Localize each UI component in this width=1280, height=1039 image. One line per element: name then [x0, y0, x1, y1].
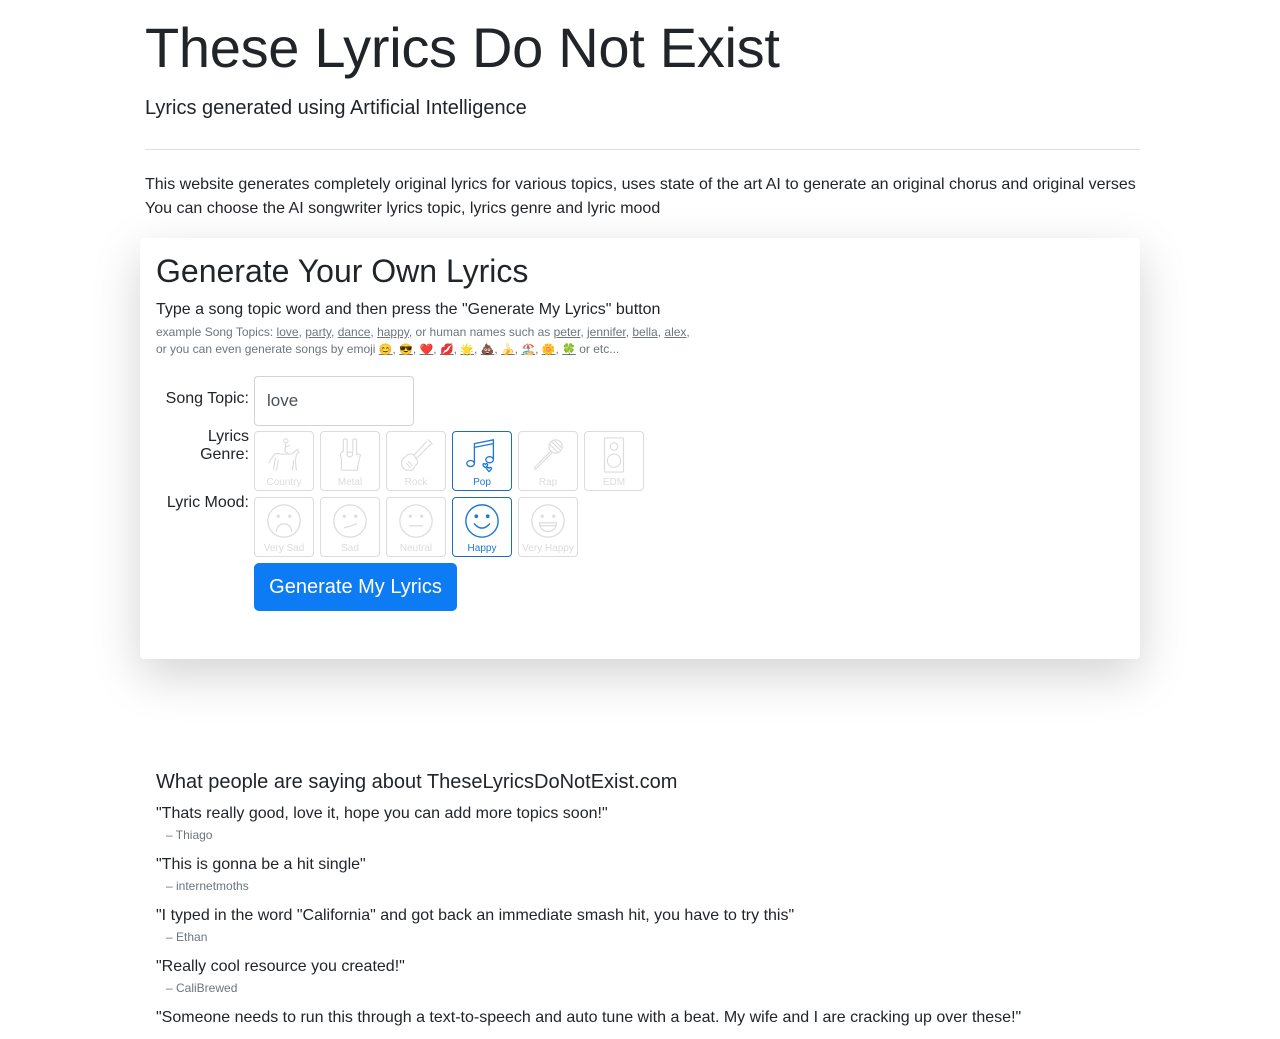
generator-card: Generate Your Own Lyrics Type a song top…: [140, 238, 1140, 659]
emoji-link-blossom[interactable]: 🌼: [542, 344, 556, 356]
emoji-link-clover[interactable]: 🍀: [562, 344, 576, 356]
genre-label: Metal: [337, 477, 363, 488]
intro-line-2: You can choose the AI songwriter lyrics …: [145, 200, 661, 217]
song-topic-input[interactable]: [254, 376, 414, 426]
intro: This website generates completely origin…: [145, 173, 1145, 221]
rock-hand-icon: [339, 438, 362, 471]
neutral-face-icon: [399, 504, 433, 538]
testimonial-author: – CaliBrewed: [166, 981, 238, 995]
testimonial-quote: "I typed in the word "California" and go…: [156, 907, 795, 924]
genre-option-metal[interactable]: Metal: [320, 431, 380, 491]
testimonial-author: – Ethan: [166, 930, 208, 944]
testimonial-item: "Thats really good, love it, hope you ca…: [156, 804, 1156, 844]
testimonial-item: "Someone needs to run this through a tex…: [156, 1008, 1156, 1028]
testimonial-author: – internetmoths: [166, 879, 249, 893]
testimonial-item: "Really cool resource you created!" – Ca…: [156, 957, 1156, 997]
genre-option-pop[interactable]: Pop: [452, 431, 512, 491]
testimonial-quote: "Thats really good, love it, hope you ca…: [156, 805, 608, 822]
generator-title: Generate Your Own Lyrics: [156, 253, 529, 289]
testimonials: What people are saying about TheseLyrics…: [156, 768, 1156, 1039]
testimonial-quote: "Someone needs to run this through a tex…: [156, 1009, 1022, 1026]
guitar-icon: [401, 439, 433, 471]
emoji-link-star[interactable]: 🌟: [460, 344, 474, 356]
example-topics: example Song Topics: love, party, dance,…: [156, 325, 690, 356]
examples-prefix: example Song Topics:: [156, 325, 274, 339]
lyric-mood-label: Lyric Mood:: [166, 494, 249, 511]
genre-label: Rap: [538, 477, 558, 488]
site-subtitle: Lyrics generated using Artificial Intell…: [145, 97, 527, 119]
divider: [145, 149, 1140, 150]
mood-option-very-sad[interactable]: Very Sad: [254, 497, 314, 557]
topic-link-dance[interactable]: dance: [338, 325, 371, 339]
genre-option-edm[interactable]: EDM: [584, 431, 644, 491]
genre-label: EDM: [602, 477, 626, 488]
site-title: These Lyrics Do Not Exist: [145, 16, 780, 79]
very-happy-face-icon: [531, 504, 565, 538]
names-prefix: , or human names such as: [408, 325, 551, 339]
name-link-peter[interactable]: peter: [554, 325, 581, 339]
name-link-alex[interactable]: alex: [664, 325, 686, 339]
emoji-link-beach[interactable]: 🏖️: [521, 344, 535, 356]
sad-face-icon: [333, 504, 367, 538]
music-notes-icon: [466, 439, 495, 473]
mood-label: Happy: [467, 543, 497, 554]
testimonial-quote: "This is gonna be a hit single": [156, 856, 366, 873]
testimonial-item: "This is gonna be a hit single" – intern…: [156, 855, 1156, 895]
speaker-icon: [603, 437, 625, 473]
emoji-suffix: or etc...: [579, 342, 620, 356]
genre-option-rap[interactable]: Rap: [518, 431, 578, 491]
mood-option-very-happy[interactable]: Very Happy: [518, 497, 578, 557]
genre-label: Country: [266, 477, 302, 488]
emoji-link-poop[interactable]: 💩: [481, 344, 495, 356]
mood-label: Sad: [341, 543, 359, 554]
very-sad-face-icon: [267, 504, 301, 538]
topic-link-happy[interactable]: happy: [377, 325, 409, 339]
mood-option-neutral[interactable]: Neutral: [386, 497, 446, 557]
song-topic-label: Song Topic:: [165, 390, 249, 407]
testimonials-heading: What people are saying about TheseLyrics…: [156, 771, 678, 793]
testimonial-item: "I typed in the word "California" and go…: [156, 906, 1156, 946]
genre-label: Pop: [473, 477, 491, 488]
testimonial-author: – Thiago: [166, 828, 213, 842]
mood-option-sad[interactable]: Sad: [320, 497, 380, 557]
emoji-link-banana[interactable]: 🍌: [501, 344, 515, 356]
topic-link-love[interactable]: love: [277, 325, 299, 339]
mood-options: Very Sad Sad Neutral Happy Very Happy: [254, 497, 578, 557]
generate-lyrics-button[interactable]: Generate My Lyrics: [254, 563, 457, 611]
microphone-icon: [533, 439, 563, 470]
mood-label: Very Sad: [263, 543, 305, 554]
genre-option-rock[interactable]: Rock: [386, 431, 446, 491]
testimonial-quote: "Really cool resource you created!": [156, 958, 405, 975]
emoji-link-smile[interactable]: 😊: [379, 344, 393, 356]
emoji-link-kiss[interactable]: 💋: [440, 344, 454, 356]
mood-label: Very Happy: [522, 543, 574, 554]
intro-line-1: This website generates completely origin…: [145, 176, 1136, 193]
generator-lead: Type a song topic word and then press th…: [156, 301, 661, 318]
name-link-bella[interactable]: bella: [632, 325, 657, 339]
name-link-jennifer[interactable]: jennifer: [587, 325, 626, 339]
topic-link-party[interactable]: party: [305, 325, 331, 339]
horse-rider-icon: [268, 438, 300, 471]
mood-option-happy[interactable]: Happy: [452, 497, 512, 557]
genre-label: Rock: [404, 477, 428, 488]
genre-options: Country Metal Rock Pop Rap EDM: [254, 431, 644, 491]
emoji-link-sunglasses[interactable]: 😎: [399, 344, 413, 356]
lyrics-genre-label: Lyrics Genre:: [200, 428, 249, 463]
happy-face-icon: [465, 504, 499, 538]
mood-label: Neutral: [399, 543, 433, 554]
genre-option-country[interactable]: Country: [254, 431, 314, 491]
emoji-prefix: or you can even generate songs by emoji: [156, 342, 376, 356]
emoji-link-heart[interactable]: ❤️: [420, 344, 434, 356]
